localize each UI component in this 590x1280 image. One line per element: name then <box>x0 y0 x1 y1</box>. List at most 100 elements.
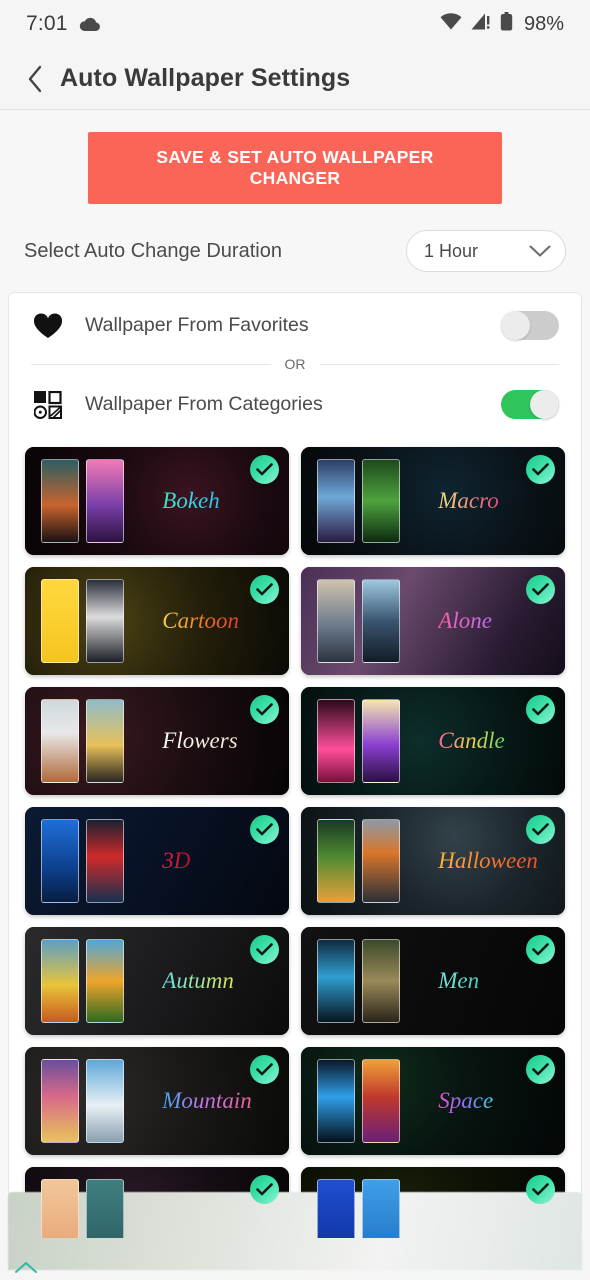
category-card[interactable]: Mountain <box>25 1047 289 1155</box>
category-card[interactable]: Autumn <box>25 927 289 1035</box>
check-badge-icon[interactable] <box>526 1175 555 1204</box>
check-badge-icon[interactable] <box>526 695 555 724</box>
chevron-up-icon[interactable] <box>14 1260 38 1279</box>
wallpaper-thumbnail-1 <box>41 819 79 903</box>
category-grid: Bokeh Macro Cartoon Alone Flowers Candle 3D Hal… <box>9 435 581 1238</box>
wallpaper-thumbnail-1 <box>317 459 355 543</box>
status-icons: 98% <box>440 12 564 36</box>
battery-percent: 98% <box>523 12 564 35</box>
wallpaper-thumbnail-1 <box>317 1059 355 1143</box>
wallpaper-thumbnail-2 <box>86 1059 124 1143</box>
check-badge-icon[interactable] <box>250 935 279 964</box>
category-name: Candle <box>438 728 505 753</box>
category-thumbnails <box>41 459 124 543</box>
wallpaper-thumbnail-1 <box>41 579 79 663</box>
category-thumbnails <box>41 579 124 663</box>
check-badge-icon[interactable] <box>250 1175 279 1204</box>
wallpaper-thumbnail-2 <box>86 699 124 783</box>
wallpaper-thumbnail-1 <box>317 939 355 1023</box>
category-thumbnails <box>317 819 400 903</box>
category-name: Men <box>438 968 480 993</box>
wifi-icon <box>440 13 462 35</box>
or-divider: OR <box>9 356 581 372</box>
chevron-down-icon <box>529 245 551 258</box>
category-thumbnails <box>41 1059 124 1143</box>
wallpaper-thumbnail-1 <box>41 459 79 543</box>
category-name: Mountain <box>162 1088 252 1113</box>
category-thumbnails <box>317 1059 400 1143</box>
category-name: Halloween <box>438 848 538 873</box>
wallpaper-thumbnail-2 <box>362 459 400 543</box>
check-badge-icon[interactable] <box>526 1055 555 1084</box>
toggle-knob <box>501 311 530 340</box>
duration-selected-value: 1 Hour <box>424 240 479 261</box>
check-badge-icon[interactable] <box>526 575 555 604</box>
wallpaper-thumbnail-2 <box>362 579 400 663</box>
wallpaper-thumbnail-2 <box>362 699 400 783</box>
category-thumbnails <box>41 699 124 783</box>
or-label: OR <box>284 356 306 372</box>
check-badge-icon[interactable] <box>526 815 555 844</box>
category-name: Bokeh <box>162 488 220 513</box>
favorites-label: Wallpaper From Favorites <box>85 314 309 336</box>
wallpaper-thumbnail-2 <box>86 579 124 663</box>
settings-content: SAVE & SET AUTO WALLPAPER CHANGER Select… <box>0 110 590 1239</box>
heart-icon <box>31 312 65 339</box>
check-badge-icon[interactable] <box>250 695 279 724</box>
category-card[interactable]: Flowers <box>25 687 289 795</box>
check-badge-icon[interactable] <box>526 935 555 964</box>
category-card[interactable]: Bokeh <box>25 447 289 555</box>
category-name: Space <box>438 1088 494 1113</box>
category-thumbnails <box>317 699 400 783</box>
check-badge-icon[interactable] <box>250 815 279 844</box>
category-name: Autumn <box>162 968 234 993</box>
category-card[interactable]: Cartoon <box>25 567 289 675</box>
category-thumbnails <box>317 939 400 1023</box>
categories-toggle[interactable] <box>501 390 559 419</box>
back-chevron-icon[interactable] <box>18 62 52 96</box>
check-badge-icon[interactable] <box>250 455 279 484</box>
duration-dropdown[interactable]: 1 Hour <box>406 230 566 272</box>
check-badge-icon[interactable] <box>250 1055 279 1084</box>
category-card[interactable]: Men <box>301 927 565 1035</box>
divider-line-left <box>31 363 271 365</box>
category-card[interactable]: Macro <box>301 447 565 555</box>
wallpaper-thumbnail-1 <box>41 1059 79 1143</box>
wallpaper-thumbnail-1 <box>317 819 355 903</box>
wallpaper-thumbnail-2 <box>86 1179 124 1238</box>
category-card[interactable]: 3D <box>25 807 289 915</box>
category-name: 3D <box>162 848 191 873</box>
duration-label: Select Auto Change Duration <box>24 239 282 262</box>
category-thumbnails <box>41 819 124 903</box>
categories-source-row[interactable]: Wallpaper From Categories <box>9 372 581 435</box>
save-and-set-auto-wallpaper-changer-button[interactable]: SAVE & SET AUTO WALLPAPER CHANGER <box>88 132 502 204</box>
wallpaper-thumbnail-2 <box>362 1179 400 1238</box>
check-badge-icon[interactable] <box>526 455 555 484</box>
wallpaper-thumbnail-1 <box>317 1179 355 1238</box>
wallpaper-thumbnail-2 <box>362 1059 400 1143</box>
status-bar: 7:01 98% <box>0 0 590 48</box>
wallpaper-thumbnail-2 <box>86 459 124 543</box>
wallpaper-thumbnail-1 <box>41 1179 79 1238</box>
page-title: Auto Wallpaper Settings <box>60 64 351 92</box>
status-time: 7:01 <box>26 12 68 35</box>
favorites-toggle[interactable] <box>501 311 559 340</box>
wallpaper-thumbnail-1 <box>41 939 79 1023</box>
category-card[interactable]: Space <box>301 1047 565 1155</box>
wallpaper-thumbnail-2 <box>362 939 400 1023</box>
favorites-source-row[interactable]: Wallpaper From Favorites <box>9 293 581 356</box>
divider-line-right <box>319 363 559 365</box>
save-button-container: SAVE & SET AUTO WALLPAPER CHANGER <box>0 110 590 204</box>
category-name: Flowers <box>162 728 238 753</box>
category-thumbnails <box>41 1179 124 1238</box>
category-card[interactable]: Halloween <box>301 807 565 915</box>
category-thumbnails <box>317 579 400 663</box>
wallpaper-source-panel: Wallpaper From Favorites OR Wallpaper Fr… <box>8 292 582 1239</box>
category-card[interactable]: Alone <box>301 567 565 675</box>
wallpaper-thumbnail-1 <box>317 579 355 663</box>
toggle-knob <box>530 390 559 419</box>
wallpaper-thumbnail-1 <box>317 699 355 783</box>
category-card[interactable]: Candle <box>301 687 565 795</box>
check-badge-icon[interactable] <box>250 575 279 604</box>
category-name: Alone <box>438 608 492 633</box>
